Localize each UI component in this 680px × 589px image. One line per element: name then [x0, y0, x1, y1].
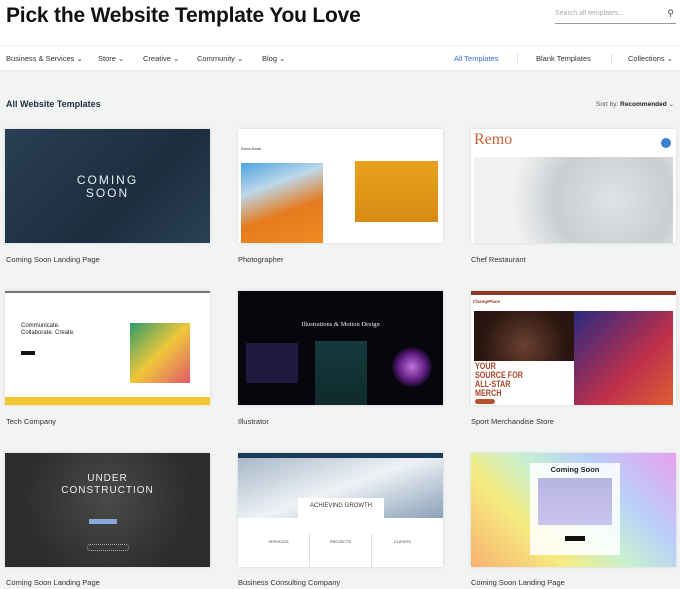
- template-thumbnail-coming-soon-gradient[interactable]: Coming Soon: [471, 453, 676, 567]
- template-thumbnail-chef-restaurant[interactable]: Remo: [471, 129, 676, 243]
- template-name[interactable]: Illustrator: [238, 417, 269, 426]
- template-thumbnail-sport-merch[interactable]: ChampPlace YOUR SOURCE FOR ALL-STAR MERC…: [471, 291, 676, 405]
- template-thumbnail-illustrator[interactable]: Illustrations & Motion Design: [238, 291, 443, 405]
- template-thumbnail-photographer[interactable]: Dona Kane: [238, 129, 443, 243]
- template-name[interactable]: Business Consulting Company: [238, 578, 340, 587]
- template-name[interactable]: Sport Merchandise Store: [471, 417, 554, 426]
- nav-blog[interactable]: Blog ⌄: [262, 54, 285, 63]
- template-thumbnail-business-consulting[interactable]: ACHIEVING GROWTH SERVICES PROJECTS CLIEN…: [238, 453, 443, 567]
- category-nav: Business & Services ⌄ Store ⌄ Creative ⌄…: [0, 45, 680, 70]
- sort-dropdown[interactable]: Sort by: Recommended ⌄: [596, 100, 674, 108]
- divider: [517, 54, 518, 63]
- search-input[interactable]: Search all templates... ⚲: [555, 8, 676, 24]
- template-name[interactable]: Photographer: [238, 255, 283, 264]
- template-thumbnail-tech-company[interactable]: Communicate. Collaborate. Create.: [5, 291, 210, 405]
- nav-collections[interactable]: Collections ⌄: [628, 54, 673, 63]
- search-icon[interactable]: ⚲: [667, 8, 674, 19]
- template-name[interactable]: Coming Soon Landing Page: [6, 255, 100, 264]
- nav-store[interactable]: Store ⌄: [98, 54, 124, 63]
- divider: [611, 54, 612, 63]
- search-placeholder: Search all templates...: [555, 10, 625, 17]
- template-name[interactable]: Tech Company: [6, 417, 56, 426]
- page-title: Pick the Website Template You Love: [6, 4, 361, 27]
- section-title: All Website Templates: [6, 99, 101, 109]
- nav-business-services[interactable]: Business & Services ⌄: [6, 54, 83, 63]
- template-name[interactable]: Chef Restaurant: [471, 255, 526, 264]
- nav-all-templates[interactable]: All Templates: [454, 54, 498, 63]
- nav-blank-templates[interactable]: Blank Templates: [536, 54, 591, 63]
- template-name[interactable]: Coming Soon Landing Page: [6, 578, 100, 587]
- nav-community[interactable]: Community ⌄: [197, 54, 243, 63]
- template-thumbnail-coming-soon[interactable]: COMING SOON: [5, 129, 210, 243]
- template-name[interactable]: Coming Soon Landing Page: [471, 578, 565, 587]
- template-thumbnail-under-construction[interactable]: UNDER CONSTRUCTION: [5, 453, 210, 567]
- nav-creative[interactable]: Creative ⌄: [143, 54, 179, 63]
